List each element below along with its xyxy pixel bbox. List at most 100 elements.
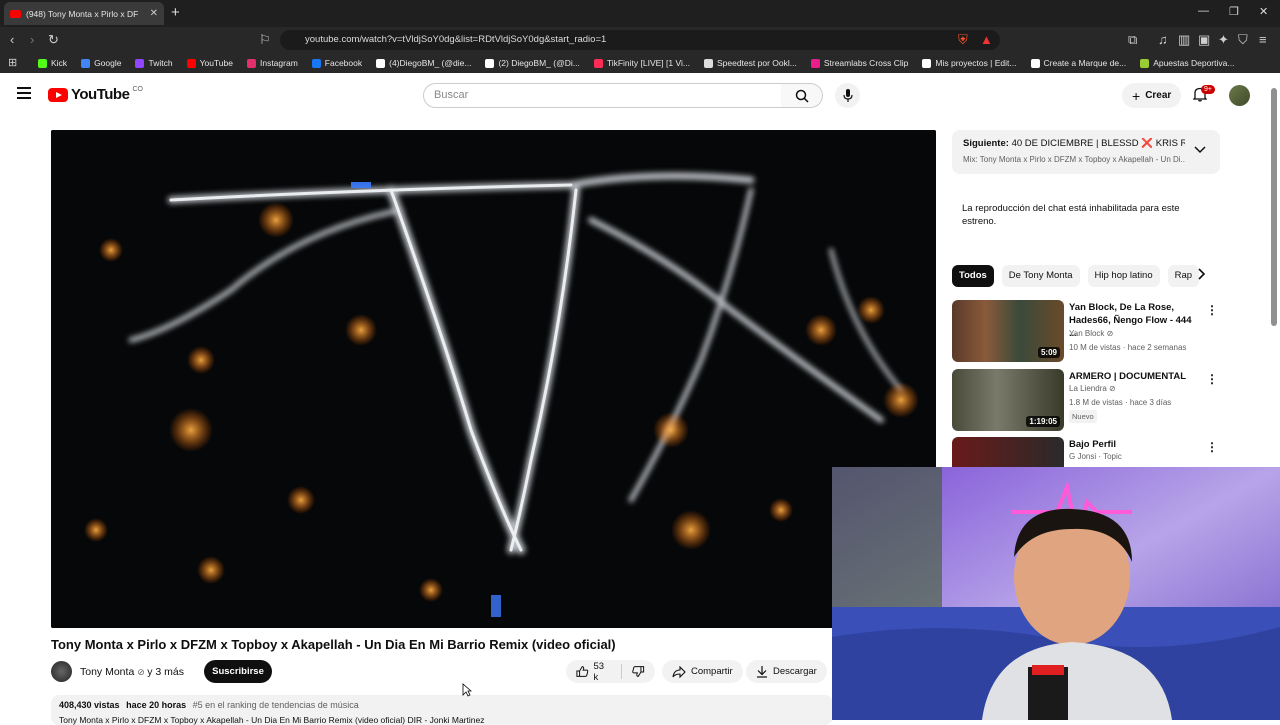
bookmark-icon[interactable]: ⚐ — [259, 32, 271, 48]
trending-rank[interactable]: #5 en el ranking de tendencias de música — [193, 700, 359, 710]
bookmark-item[interactable]: TikFinity [LIVE] [1 Vi... — [593, 58, 690, 68]
vpn-icon[interactable]: ⛉ — [1238, 32, 1248, 48]
channel-name[interactable]: Tony Monta — [80, 666, 134, 678]
maximize-icon[interactable]: ❐ — [1229, 5, 1239, 18]
address-bar-row: ‹ › ↻ ⚐ youtube.com/watch?v=tVldjSoY0dg&… — [0, 27, 1280, 53]
voice-search-button[interactable] — [835, 83, 860, 108]
apps-grid-icon[interactable]: ⊞ — [8, 56, 17, 69]
bookmark-item[interactable]: Instagram — [246, 58, 298, 68]
account-avatar[interactable] — [1229, 85, 1250, 106]
bookmark-item[interactable]: Kick — [38, 58, 67, 68]
recommendation-meta: 1.8 M de vistas · hace 3 días — [1069, 398, 1172, 407]
mouse-cursor-icon — [462, 683, 472, 697]
chip-hip-hop-latino[interactable]: Hip hop latino — [1087, 265, 1160, 287]
url-field[interactable]: youtube.com/watch?v=tVldjSoY0dg&list=RDt… — [280, 30, 1000, 50]
bookmark-item[interactable]: Facebook — [311, 58, 362, 68]
chip-de-tony-monta[interactable]: De Tony Monta — [1001, 265, 1080, 287]
bookmark-favicon-icon — [186, 58, 196, 68]
share-label: Compartir — [691, 666, 733, 677]
chip-todos[interactable]: Todos — [952, 265, 994, 287]
back-icon[interactable]: ‹ — [10, 32, 14, 47]
bookmark-item[interactable]: Apuestas Deportiva... — [1140, 58, 1234, 68]
description-box[interactable]: 408,430 vistas hace 20 horas #5 en el ra… — [51, 695, 833, 725]
bookmark-favicon-icon — [376, 58, 386, 68]
close-tab-icon[interactable]: ✕ — [150, 8, 158, 19]
page-scrollbar[interactable] — [1271, 88, 1277, 326]
youtube-play-icon — [48, 87, 68, 102]
recommendation-item[interactable]: Bajo Perfil G Jonsi · Topic ⋮ — [952, 437, 1220, 467]
recommendation-item[interactable]: 5:09 Yan Block, De La Rose, Hades66, Ñen… — [952, 300, 1220, 362]
more-options-icon[interactable]: ⋮ — [1206, 372, 1218, 386]
video-frame — [51, 130, 936, 628]
leo-ai-icon[interactable]: ✦ — [1218, 32, 1229, 48]
bookmark-label: Streamlabs Cross Clip — [823, 58, 909, 68]
search-icon — [795, 89, 809, 103]
bookmark-item[interactable]: (4)DiegoBM_ (@die... — [376, 58, 471, 68]
new-tab-icon[interactable]: + — [171, 4, 180, 21]
verified-icon: ⊘ — [137, 667, 148, 677]
menu-icon[interactable]: ≡ — [1259, 32, 1267, 47]
bookmark-item[interactable]: YouTube — [186, 58, 233, 68]
create-button[interactable]: + Crear — [1122, 83, 1182, 108]
sidebar-toggle-icon[interactable]: ▥ — [1178, 32, 1190, 48]
video-player[interactable] — [51, 130, 936, 628]
bookmark-item[interactable]: Twitch — [135, 58, 173, 68]
bookmark-label: Kick — [51, 58, 68, 68]
browser-tab[interactable]: (948) Tony Monta x Pirlo x DF ✕ — [4, 2, 164, 25]
screenshot-icon[interactable]: ⧉ — [1128, 32, 1137, 48]
more-options-icon[interactable]: ⋮ — [1206, 440, 1218, 454]
chevron-right-icon[interactable] — [1198, 268, 1206, 280]
search-input[interactable]: Buscar — [423, 83, 782, 108]
youtube-favicon-icon — [10, 9, 21, 18]
video-thumbnail[interactable]: 1:19:05 — [952, 369, 1064, 431]
bookmark-item[interactable]: Google — [81, 58, 121, 68]
forward-icon[interactable]: › — [30, 32, 34, 47]
webcam-feed — [832, 467, 1280, 720]
recommendation-channel: Yan Block — [1069, 329, 1105, 338]
view-count: 408,430 vistas — [59, 700, 120, 710]
recommendation-channel: La Liendra — [1069, 384, 1107, 393]
webcam-overlay — [832, 467, 1280, 720]
search-button[interactable] — [781, 83, 823, 108]
video-thumbnail[interactable]: 5:09 — [952, 300, 1064, 362]
create-label: Crear — [1145, 90, 1172, 101]
download-icon — [757, 666, 767, 678]
bookmark-favicon-icon — [703, 58, 713, 68]
subscribe-button[interactable]: Suscribirse — [204, 660, 272, 683]
wallet-icon[interactable]: ▣ — [1198, 32, 1210, 48]
bookmark-label: Mis proyectos | Edit... — [935, 58, 1017, 68]
like-icon[interactable] — [576, 665, 589, 678]
bookmark-item[interactable]: Streamlabs Cross Clip — [810, 58, 909, 68]
video-thumbnail[interactable] — [952, 437, 1064, 467]
media-icon[interactable]: ♫ — [1158, 32, 1168, 47]
duration-badge: 1:19:05 — [1026, 416, 1060, 427]
channel-avatar[interactable] — [51, 661, 72, 682]
bookmark-item[interactable]: Create a Marque de... — [1030, 58, 1126, 68]
bookmark-item[interactable]: (2) DiegoBM_ (@Di... — [485, 58, 580, 68]
up-next-title: 40 DE DICIEMBRE | BLESSD ❌ KRIS R ... — [1011, 138, 1185, 149]
bookmark-favicon-icon — [1140, 58, 1150, 68]
download-button[interactable]: Descargar — [746, 660, 827, 683]
recommendation-item[interactable]: 1:19:05 ARMERO | DOCUMENTAL La Liendra ⊘… — [952, 369, 1220, 431]
brave-shield-icon[interactable]: ⛨ — [958, 32, 968, 48]
dislike-icon[interactable] — [632, 665, 645, 678]
brave-rewards-icon[interactable]: ▲ — [980, 32, 993, 47]
bookmark-item[interactable]: Mis proyectos | Edit... — [922, 58, 1017, 68]
reload-icon[interactable]: ↻ — [48, 32, 59, 48]
bookmark-item[interactable]: Speedtest por Ookl... — [703, 58, 797, 68]
channel-name-row[interactable]: Tony Monta ⊘ y 3 más — [80, 666, 184, 678]
up-next-panel[interactable]: Siguiente: 40 DE DICIEMBRE | BLESSD ❌ KR… — [952, 130, 1220, 174]
close-window-icon[interactable]: ✕ — [1259, 5, 1268, 18]
youtube-logo[interactable]: YouTube CO — [48, 86, 143, 103]
bookmark-favicon-icon — [922, 58, 932, 68]
chip-rap[interactable]: Rap — [1167, 265, 1200, 287]
guide-menu-icon[interactable] — [17, 87, 31, 99]
collaborators-link[interactable]: y 3 más — [147, 666, 184, 678]
chevron-down-icon[interactable] — [1194, 146, 1206, 154]
bookmark-favicon-icon — [81, 58, 91, 68]
bookmark-favicon-icon — [311, 58, 321, 68]
bookmark-label: Speedtest por Ookl... — [716, 58, 797, 68]
share-button[interactable]: Compartir — [662, 660, 743, 683]
more-options-icon[interactable]: ⋮ — [1206, 303, 1218, 317]
minimize-icon[interactable]: — — [1198, 5, 1209, 17]
